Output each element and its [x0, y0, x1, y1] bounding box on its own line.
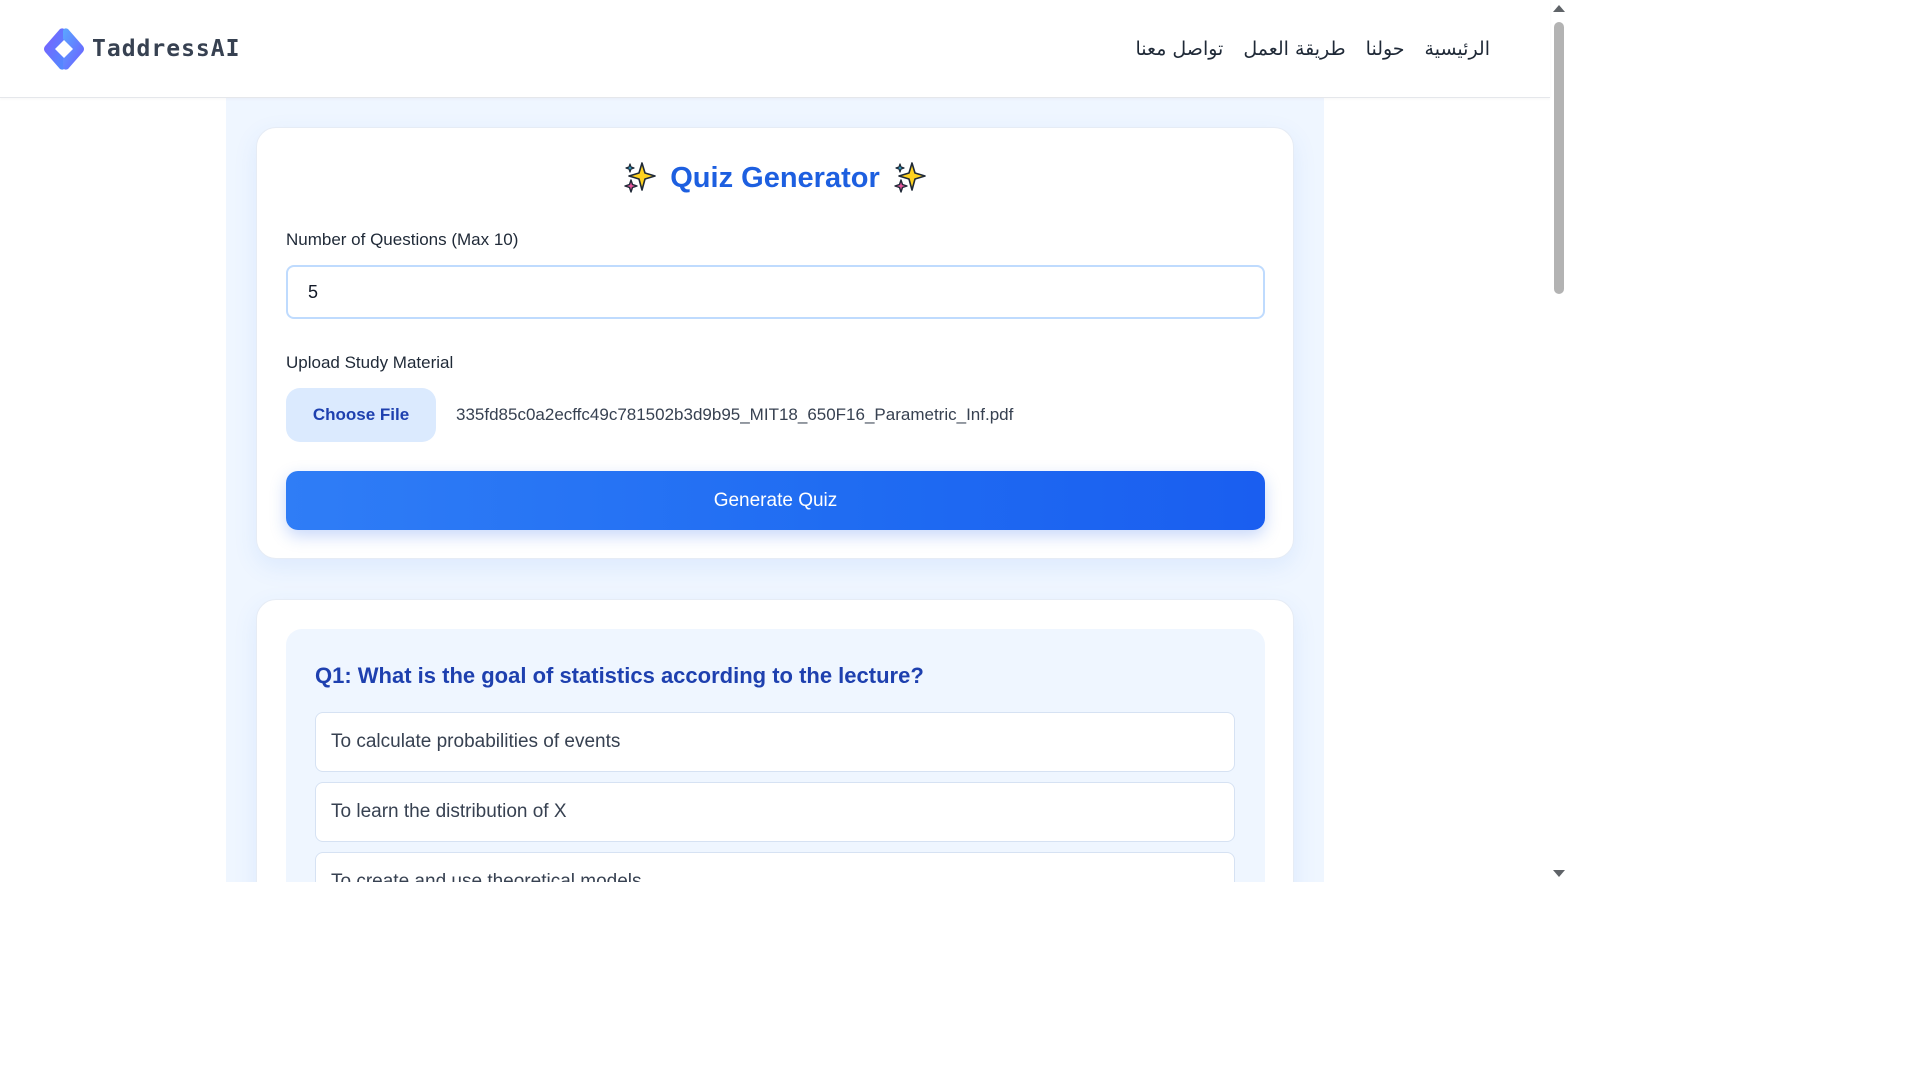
brand-link[interactable]: TaddressAI	[40, 27, 240, 71]
navbar: TaddressAI الرئيسية حولنا طريقة العمل تو…	[0, 0, 1550, 98]
file-upload: Choose File 335fd85c0a2ecffc49c781502b3d…	[286, 388, 1013, 442]
page: TaddressAI الرئيسية حولنا طريقة العمل تو…	[0, 0, 1568, 882]
selected-file-name: 335fd85c0a2ecffc49c781502b3d9b95_MIT18_6…	[456, 405, 1014, 424]
quiz-results-card: Q1: What is the goal of statistics accor…	[256, 599, 1294, 882]
nav-how-it-works[interactable]: طريقة العمل	[1243, 38, 1345, 60]
page-title: Quiz Generator	[670, 161, 880, 194]
generate-quiz-button[interactable]: Generate Quiz	[286, 471, 1265, 530]
scroll-up-icon[interactable]	[1553, 5, 1565, 12]
vertical-scrollbar[interactable]	[1550, 0, 1568, 882]
quiz-form-card: Quiz Generator Number of Questions (Max …	[256, 127, 1294, 559]
sparkles-icon	[624, 162, 657, 193]
sparkles-icon	[894, 162, 926, 193]
scroll-thumb[interactable]	[1554, 22, 1564, 294]
nav-menu: الرئيسية حولنا طريقة العمل تواصل معنا	[1136, 38, 1490, 60]
main-content: Quiz Generator Number of Questions (Max …	[226, 98, 1324, 882]
questions-label: Number of Questions (Max 10)	[286, 230, 519, 249]
brand-name: TaddressAI	[92, 35, 241, 62]
scroll-down-icon[interactable]	[1553, 870, 1565, 877]
answer-option[interactable]: To calculate probabilities of events	[315, 712, 1235, 772]
answer-option[interactable]: To create and use theoretical models	[315, 852, 1235, 882]
question-block: Q1: What is the goal of statistics accor…	[286, 629, 1265, 882]
questions-count-input[interactable]	[286, 265, 1265, 319]
form-title: Quiz Generator	[257, 160, 1293, 196]
upload-label: Upload Study Material	[286, 353, 454, 372]
nav-home[interactable]: الرئيسية	[1425, 38, 1490, 60]
nav-contact[interactable]: تواصل معنا	[1136, 38, 1224, 60]
choose-file-button[interactable]: Choose File	[286, 388, 436, 442]
chevron-logo-icon	[44, 27, 84, 70]
nav-about[interactable]: حولنا	[1366, 38, 1405, 60]
question-title: Q1: What is the goal of statistics accor…	[315, 663, 924, 688]
answer-option[interactable]: To learn the distribution of X	[315, 782, 1235, 842]
